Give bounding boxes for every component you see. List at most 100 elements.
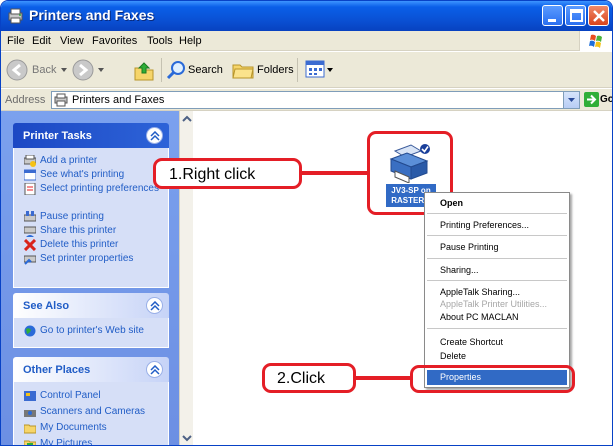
menu-item-open[interactable]: Open: [440, 198, 463, 208]
task-label: Share this printer: [40, 225, 117, 236]
window-title: Printers and Faxes: [29, 7, 155, 23]
toolbar-separator: [297, 58, 298, 82]
add-printer-icon: [24, 155, 36, 167]
menu-item-printing-preferences[interactable]: Printing Preferences...: [440, 220, 529, 230]
explorer-window: Printers and Faxes File Edit View Favori…: [0, 0, 613, 446]
task-delete-printer[interactable]: Delete this printer: [24, 238, 168, 252]
place-scanners-cameras[interactable]: Scanners and Cameras: [24, 405, 168, 421]
other-places-header[interactable]: Other Places: [13, 357, 169, 382]
title-bar[interactable]: Printers and Faxes: [1, 1, 612, 31]
task-share-printer[interactable]: Share this printer: [24, 224, 168, 238]
menu-item-create-shortcut[interactable]: Create Shortcut: [440, 337, 503, 347]
menu-help[interactable]: Help: [179, 35, 202, 47]
address-value: Printers and Faxes: [72, 94, 165, 106]
collapse-button[interactable]: [146, 297, 163, 314]
printer-properties-icon: [24, 255, 36, 265]
task-pane: Printer Tasks Add a printer See what's p…: [1, 111, 179, 446]
see-also-panel: See Also Go to printer's Web site: [13, 293, 169, 348]
search-button[interactable]: Search: [164, 56, 227, 84]
standard-toolbar: Back Search Folders: [1, 52, 612, 88]
collapse-button[interactable]: [146, 127, 163, 144]
menu-item-appletalk-sharing[interactable]: AppleTalk Sharing...: [440, 287, 520, 297]
task-label: Add a printer: [40, 155, 98, 166]
callout-connector-1: [301, 171, 369, 175]
menu-file[interactable]: File: [7, 35, 25, 47]
back-label: Back: [32, 64, 57, 76]
task-set-properties[interactable]: Set printer properties: [24, 252, 168, 266]
folders-button[interactable]: Folders: [230, 56, 296, 84]
task-add-printer[interactable]: Add a printer: [24, 154, 168, 168]
go-button[interactable]: [584, 92, 599, 107]
task-label: Delete this printer: [40, 239, 119, 250]
toolbar-separator: [161, 58, 162, 82]
task-select-preferences[interactable]: Select printing preferences: [24, 182, 168, 210]
task-label: Go to printer's Web site: [40, 325, 144, 336]
callout-connector-2: [355, 376, 412, 380]
panel-title: See Also: [23, 300, 70, 312]
menu-edit[interactable]: Edit: [32, 35, 51, 47]
menu-separator: [427, 258, 567, 259]
printers-folder-icon: [54, 93, 68, 107]
folders-icon: [232, 64, 254, 79]
minimize-button[interactable]: [542, 5, 563, 26]
task-printer-website[interactable]: Go to printer's Web site: [24, 324, 168, 338]
menu-tools[interactable]: Tools: [147, 35, 173, 47]
place-label: Control Panel: [40, 390, 101, 401]
menu-view[interactable]: View: [60, 35, 84, 47]
menu-separator: [427, 235, 567, 236]
see-also-header[interactable]: See Also: [13, 293, 169, 318]
print-queue-icon: [24, 169, 36, 181]
share-printer-icon: [24, 226, 36, 237]
menu-item-sharing[interactable]: Sharing...: [440, 265, 479, 275]
address-label: Address: [5, 94, 46, 106]
scroll-down-icon[interactable]: [181, 431, 193, 445]
views-button[interactable]: [303, 58, 333, 82]
pause-printer-icon: [24, 211, 36, 222]
maximize-button[interactable]: [565, 5, 586, 26]
collapse-button[interactable]: [146, 361, 163, 378]
close-icon: [593, 10, 605, 22]
task-pause-printing[interactable]: Pause printing: [24, 210, 168, 224]
maximize-icon: [570, 9, 583, 22]
views-icon: [305, 60, 325, 78]
callout-step1: 1.Right click: [153, 158, 302, 189]
menu-item-delete[interactable]: Delete: [440, 351, 466, 361]
task-label: Pause printing: [40, 211, 104, 222]
address-dropdown-button[interactable]: [563, 92, 579, 108]
chevron-down-icon: [568, 98, 575, 102]
double-chevron-up-icon: [150, 365, 160, 375]
place-control-panel[interactable]: Control Panel: [24, 389, 168, 405]
menu-item-about-pc-maclan[interactable]: About PC MACLAN: [440, 312, 519, 322]
task-see-printing[interactable]: See what's printing: [24, 168, 168, 182]
close-button[interactable]: [588, 5, 609, 26]
place-my-documents[interactable]: My Documents: [24, 421, 168, 437]
task-label: Select printing preferences: [40, 183, 159, 194]
double-chevron-up-icon: [150, 301, 160, 311]
scanner-camera-icon: [24, 410, 36, 417]
forward-button[interactable]: [69, 56, 105, 84]
globe-icon: [24, 325, 36, 337]
menu-item-pause-printing[interactable]: Pause Printing: [440, 242, 499, 252]
go-label[interactable]: Go: [600, 94, 612, 105]
address-field[interactable]: Printers and Faxes: [51, 91, 580, 109]
place-label: My Pictures: [40, 438, 93, 446]
printer-tasks-header[interactable]: Printer Tasks: [13, 123, 169, 148]
scroll-up-icon[interactable]: [181, 112, 193, 126]
windows-logo-icon: [579, 31, 612, 51]
panel-title: Printer Tasks: [23, 130, 92, 142]
back-button[interactable]: Back: [3, 56, 69, 84]
place-my-pictures[interactable]: My Pictures: [24, 437, 168, 446]
menu-separator: [427, 328, 567, 329]
place-label: Scanners and Cameras: [40, 406, 146, 417]
chevron-down-icon: [98, 68, 104, 72]
folders-label: Folders: [257, 64, 294, 76]
printer-tasks-panel: Printer Tasks Add a printer See what's p…: [13, 123, 169, 288]
callout-step1-text: 1.Right click: [169, 166, 256, 183]
menu-favorites[interactable]: Favorites: [92, 35, 137, 47]
search-icon: [166, 61, 185, 80]
my-pictures-icon: [24, 440, 36, 445]
task-label: Set printer properties: [40, 253, 134, 264]
folder-up-icon[interactable]: [133, 60, 155, 82]
preferences-icon: [24, 183, 36, 195]
search-label: Search: [188, 64, 223, 76]
